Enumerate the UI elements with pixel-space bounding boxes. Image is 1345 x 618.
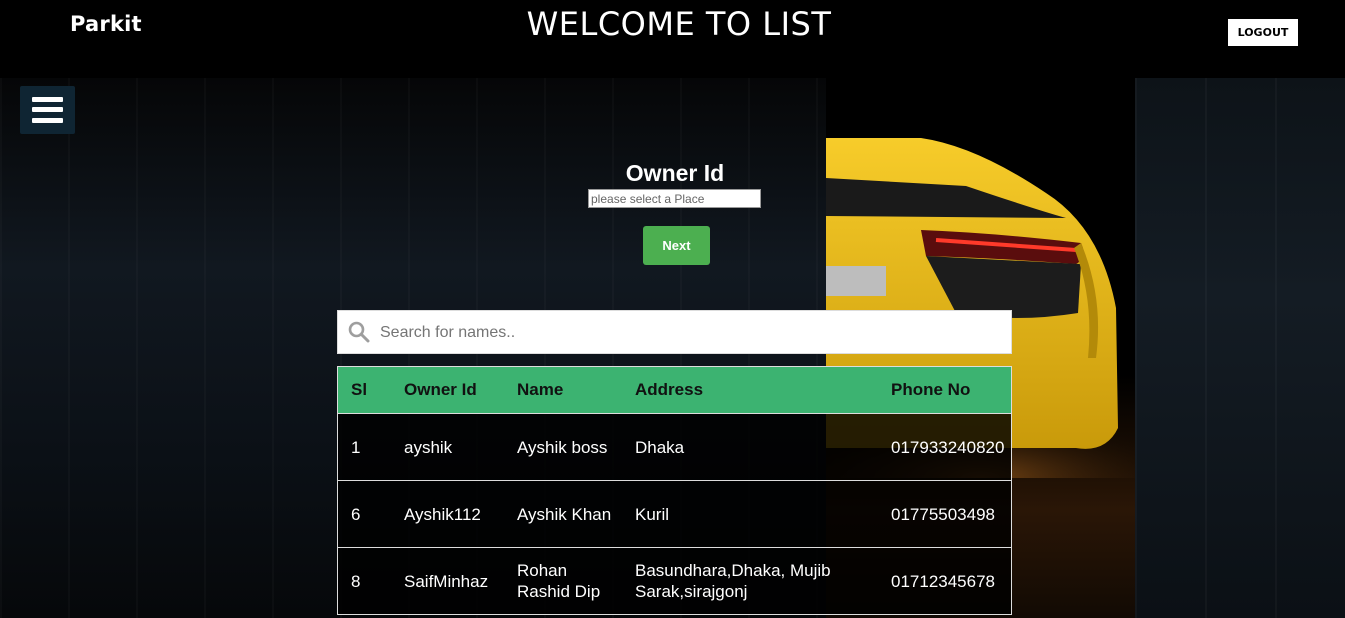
column-header-phone[interactable]: Phone No [878,366,1012,414]
table-row[interactable]: 8 SaifMinhaz Rohan Rashid Dip Basundhara… [337,547,1012,615]
table-row[interactable]: 1 ayshik Ayshik boss Dhaka 017933240820 [337,413,1012,481]
cell-address: Dhaka [622,413,878,481]
cell-address: Basundhara,Dhaka, Mujib Sarak,sirajgonj [622,547,878,615]
cell-sl: 1 [337,413,391,481]
cell-phone: 017933240820 [878,413,1012,481]
search-icon [348,321,370,343]
search-bar [337,310,1012,355]
table-row[interactable]: 6 Ayshik112 Ayshik Khan Kuril 0177550349… [337,480,1012,548]
owners-table: Sl Owner Id Name Address Phone No 1 aysh… [337,366,1012,615]
cell-owner-id: Ayshik112 [391,480,504,548]
owner-id-label: Owner Id [625,160,725,186]
cell-name: Rohan Rashid Dip [504,547,622,615]
next-button[interactable]: Next [643,226,710,265]
table-header-row: Sl Owner Id Name Address Phone No [337,366,1012,414]
cell-sl: 8 [337,547,391,615]
cell-phone: 01775503498 [878,480,1012,548]
logout-button[interactable]: LOGOUT [1228,19,1298,46]
column-header-owner-id[interactable]: Owner Id [391,366,504,414]
cell-owner-id: SaifMinhaz [391,547,504,615]
cell-address: Kuril [622,480,878,548]
column-header-address[interactable]: Address [622,366,878,414]
hamburger-menu-button[interactable] [20,86,75,134]
cell-phone: 01712345678 [878,547,1012,615]
cell-sl: 6 [337,480,391,548]
cell-name: Ayshik boss [504,413,622,481]
search-input[interactable] [378,311,1002,355]
cell-owner-id: ayshik [391,413,504,481]
page-title: WELCOME TO LIST [526,5,832,43]
place-select-input[interactable] [588,189,761,208]
column-header-name[interactable]: Name [504,366,622,414]
background-garage-right [1135,78,1345,618]
column-header-sl[interactable]: Sl [337,366,391,414]
cell-name: Ayshik Khan [504,480,622,548]
